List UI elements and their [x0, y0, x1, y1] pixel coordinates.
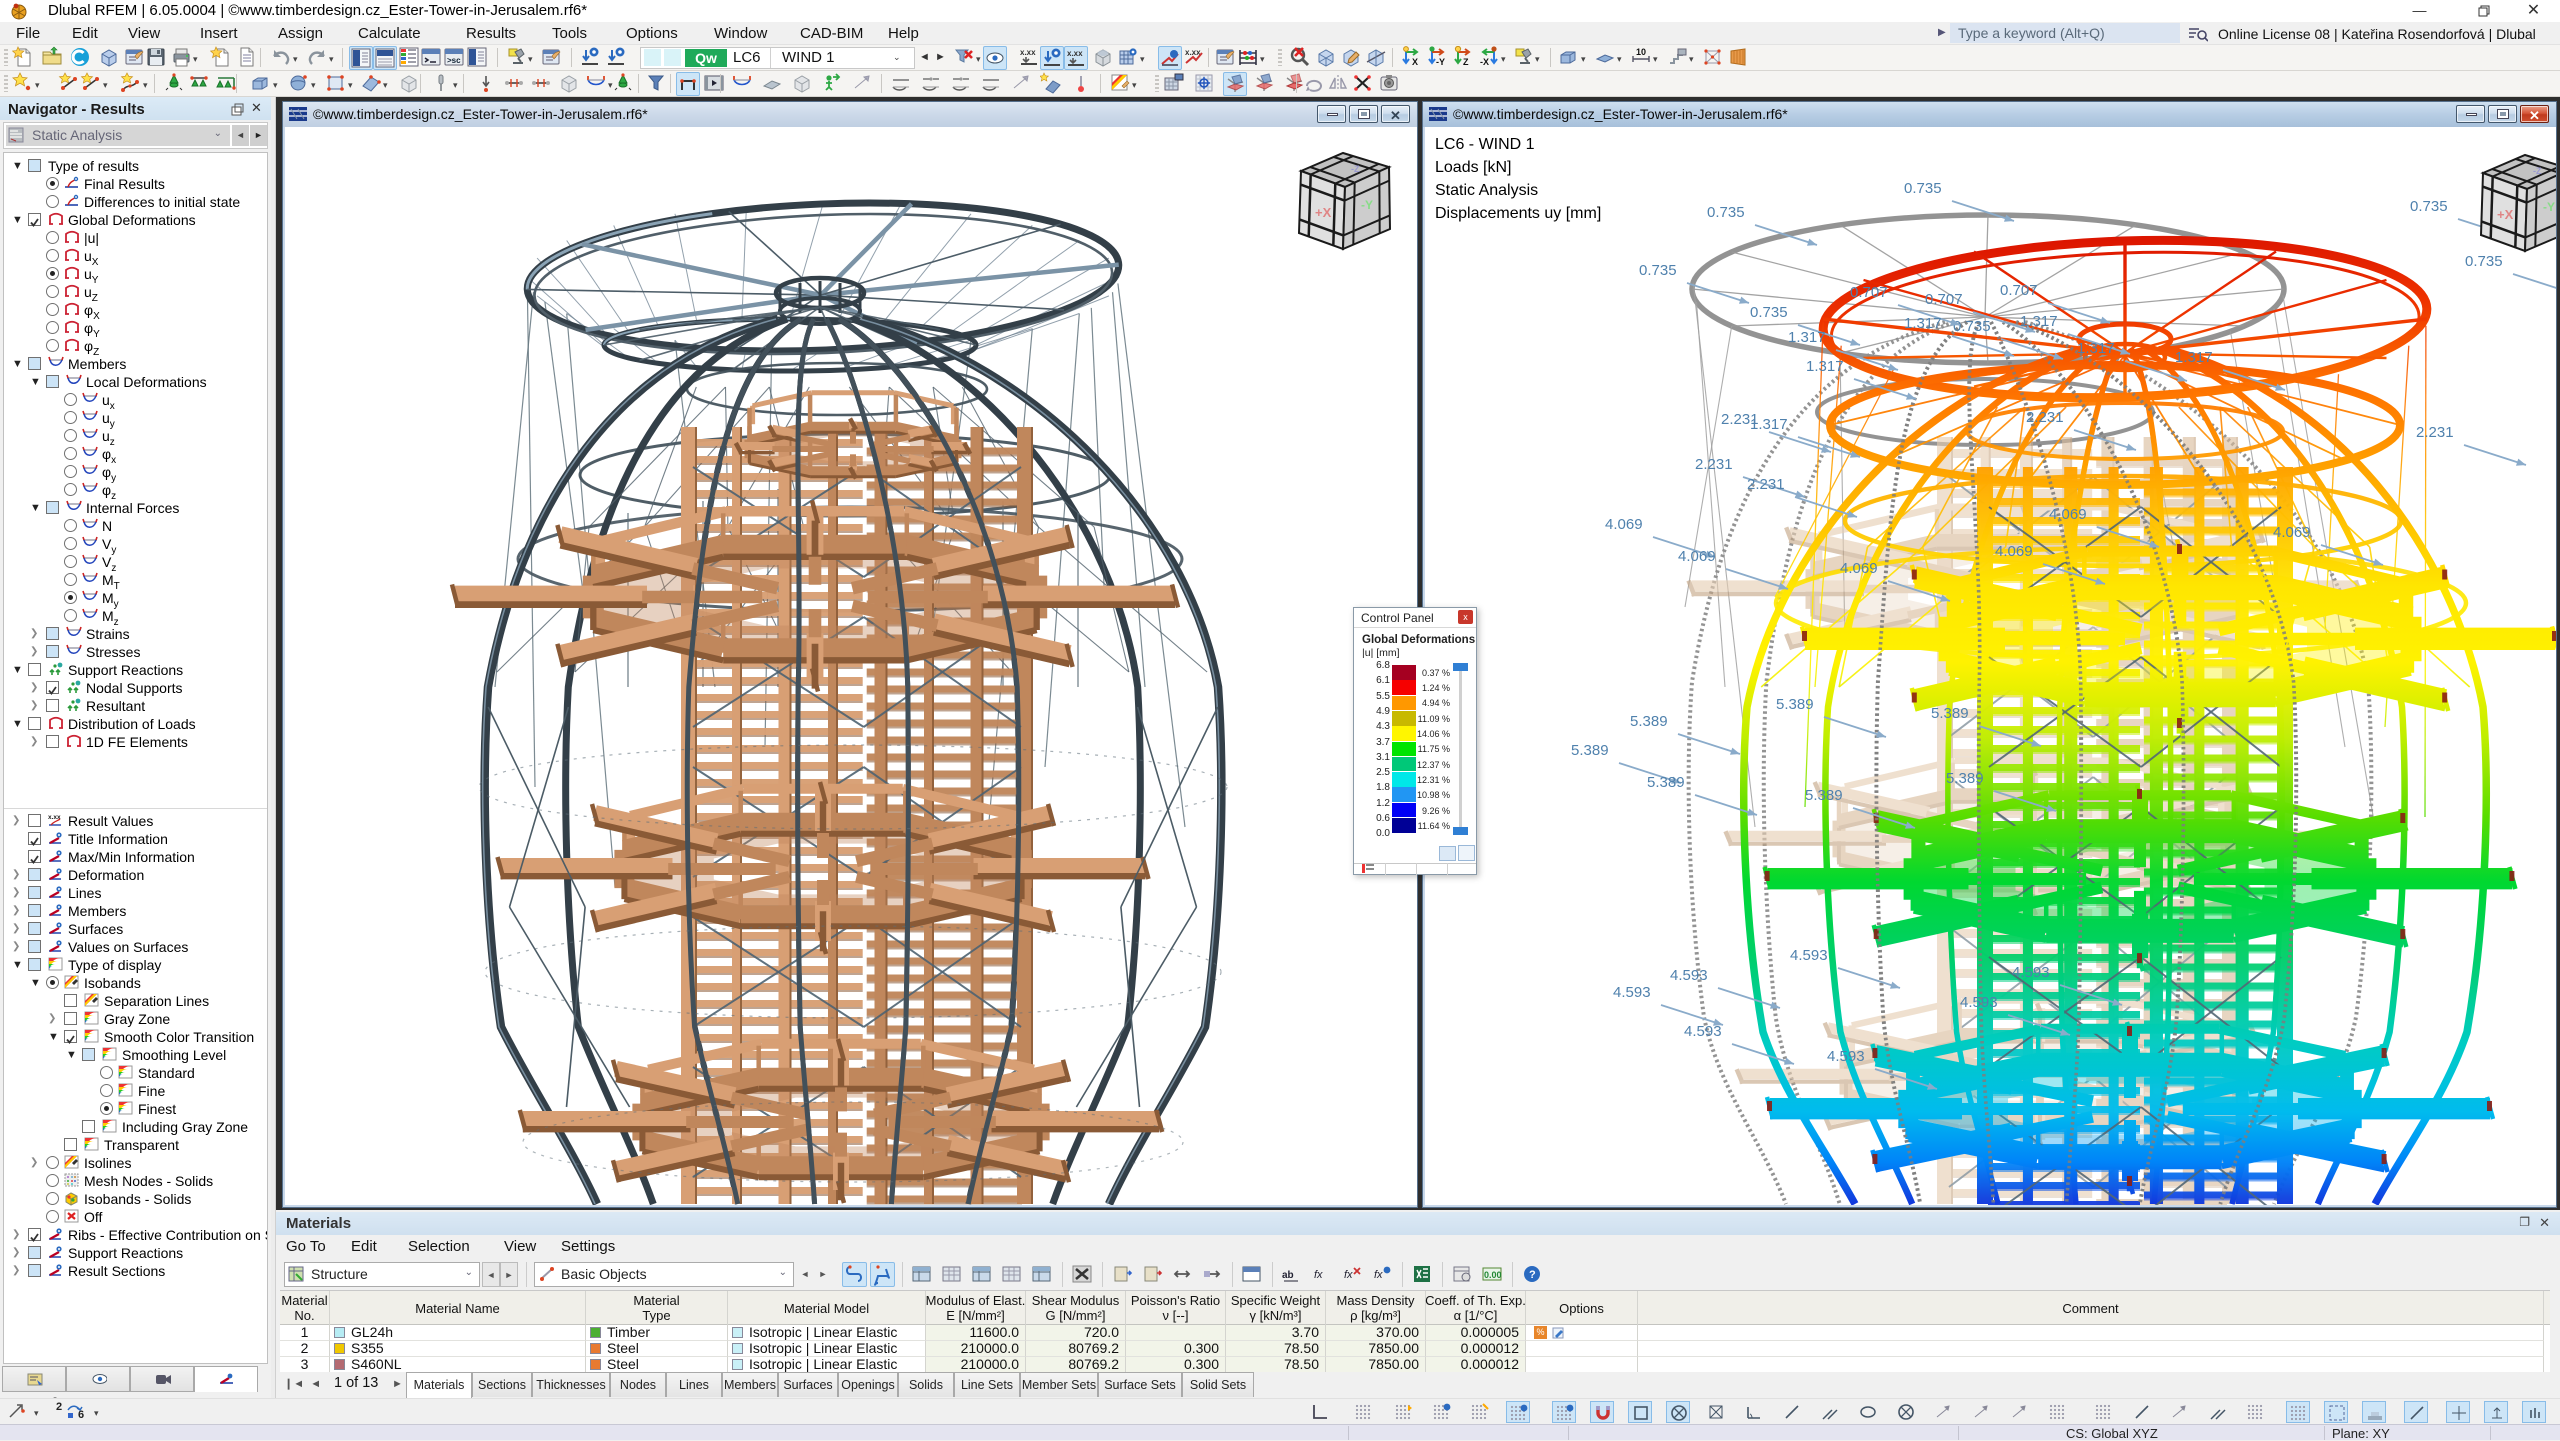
svg-text:5.389: 5.389 — [1946, 770, 1984, 787]
svg-text:1.317: 1.317 — [2020, 313, 2058, 330]
svg-text:4.593: 4.593 — [1684, 1023, 1722, 1040]
svg-text:4.593: 4.593 — [1827, 1048, 1865, 1065]
svg-text:x.xx: x.xx — [1020, 48, 1036, 57]
svg-text:-X: -X — [1480, 57, 1489, 67]
svg-text:4.069: 4.069 — [1678, 548, 1716, 565]
svg-text:1.317: 1.317 — [1788, 329, 1826, 346]
svg-text:1.317: 1.317 — [2175, 349, 2213, 366]
svg-text:4.593: 4.593 — [1670, 967, 1708, 984]
svg-text:>sc: >sc — [447, 56, 461, 65]
svg-text:5.389: 5.389 — [1647, 774, 1685, 791]
svg-text:0.735: 0.735 — [1639, 262, 1677, 279]
svg-text:2.231: 2.231 — [2026, 409, 2064, 426]
svg-text:?: ? — [1529, 1269, 1536, 1281]
svg-text:Loads [kN]: Loads [kN] — [1435, 159, 1511, 176]
svg-text:-Y: -Y — [1361, 198, 1373, 212]
svg-text:0.735: 0.735 — [2465, 253, 2503, 270]
svg-text:0.735: 0.735 — [1750, 304, 1788, 321]
svg-text:2.231: 2.231 — [2416, 424, 2454, 441]
svg-text:1.317: 1.317 — [2077, 340, 2115, 357]
svg-text:5.389: 5.389 — [1571, 742, 1609, 759]
svg-text:0.735: 0.735 — [2410, 198, 2448, 215]
svg-text:2.231: 2.231 — [1747, 476, 1785, 493]
svg-text:2.231: 2.231 — [1721, 411, 1759, 428]
svg-text:ab: ab — [1282, 1270, 1294, 1281]
svg-text:5.389: 5.389 — [1630, 713, 1668, 730]
svg-text:4.069: 4.069 — [2273, 524, 2311, 541]
svg-text:4.069: 4.069 — [2049, 506, 2087, 523]
svg-text:0.707: 0.707 — [2000, 282, 2038, 299]
svg-text:0.707: 0.707 — [1850, 284, 1888, 301]
svg-text:4.593: 4.593 — [2012, 964, 2050, 981]
svg-text:4.069: 4.069 — [1605, 516, 1643, 533]
svg-text:fx: fx — [1374, 1269, 1383, 1281]
svg-text:0.707: 0.707 — [1925, 291, 1963, 308]
svg-text:LC6 - WIND 1: LC6 - WIND 1 — [1435, 136, 1535, 153]
svg-text:2.231: 2.231 — [1695, 456, 1733, 473]
svg-text:0.735: 0.735 — [1707, 204, 1745, 221]
svg-text:-Y: -Y — [1436, 57, 1445, 67]
svg-text:-Y: -Y — [2543, 200, 2555, 214]
svg-text:0.00: 0.00 — [1484, 1270, 1502, 1280]
svg-text:4.069: 4.069 — [1840, 560, 1878, 577]
svg-text:0.735: 0.735 — [1953, 318, 1991, 335]
svg-text:4.593: 4.593 — [1613, 984, 1651, 1001]
svg-text:-Z: -Z — [1351, 164, 1360, 174]
svg-text:10: 10 — [1636, 47, 1646, 57]
svg-text:5.389: 5.389 — [1805, 787, 1843, 804]
svg-text:1.317: 1.317 — [1806, 358, 1844, 375]
svg-text:5.389: 5.389 — [1931, 705, 1969, 722]
svg-text:Static Analysis: Static Analysis — [1435, 182, 1538, 199]
svg-text:fx: fx — [1344, 1269, 1353, 1281]
svg-text:Z: Z — [1463, 57, 1469, 67]
svg-text:+X: +X — [1315, 205, 1332, 220]
svg-text:5.389: 5.389 — [1776, 696, 1814, 713]
svg-text:0.735: 0.735 — [1904, 180, 1942, 197]
svg-text:x.xx: x.xx — [1067, 49, 1083, 58]
svg-text:Displacements uy [mm]: Displacements uy [mm] — [1435, 205, 1601, 222]
svg-text:4.593: 4.593 — [1790, 947, 1828, 964]
svg-text:4.069: 4.069 — [1995, 543, 2033, 560]
svg-text:+X: +X — [2497, 207, 2514, 222]
svg-text:4.593: 4.593 — [1960, 994, 1998, 1011]
svg-text:1.317: 1.317 — [1904, 315, 1942, 332]
svg-text:X: X — [1412, 57, 1418, 67]
svg-text:-Z: -Z — [2533, 166, 2542, 176]
svg-text:fx: fx — [1314, 1269, 1323, 1281]
